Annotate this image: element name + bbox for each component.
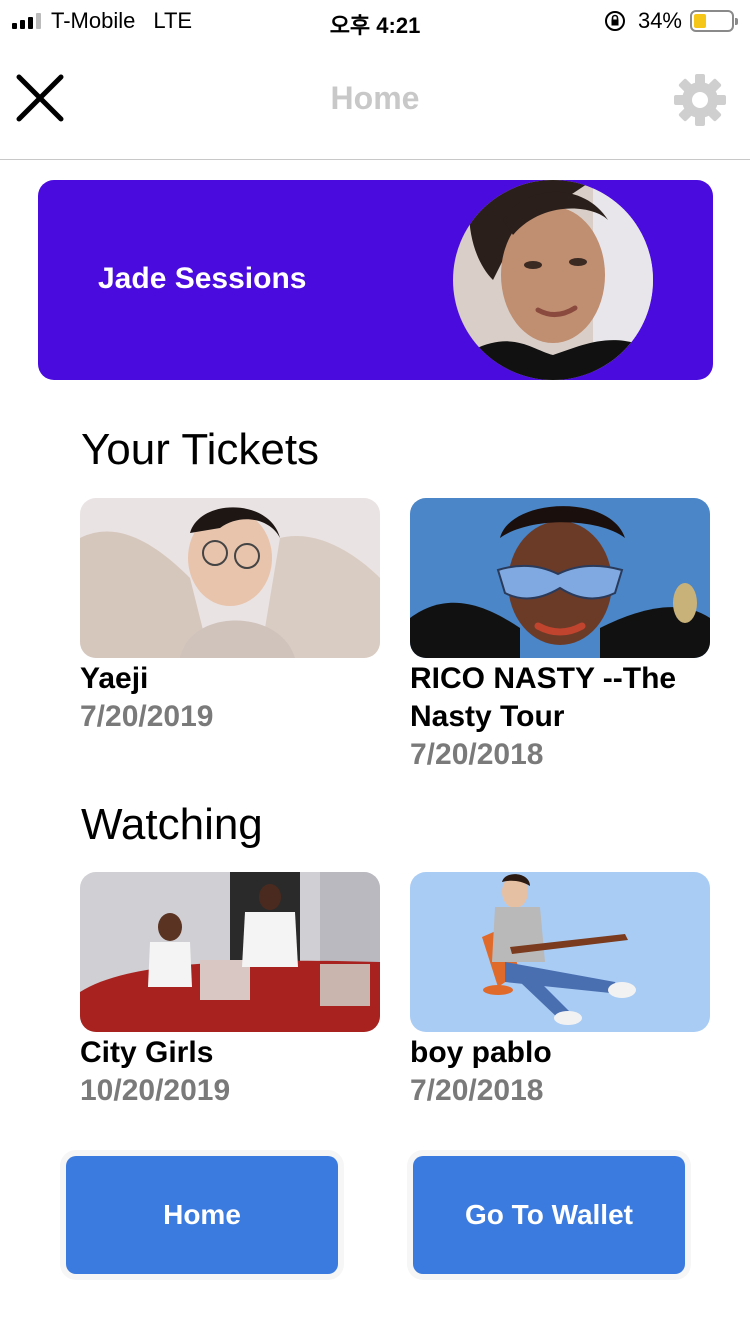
- page-title: Home: [330, 80, 420, 116]
- profile-name: Jade Sessions: [98, 262, 307, 295]
- section-title-watching: Watching: [81, 800, 263, 849]
- avatar-photo: [453, 180, 653, 380]
- city-girls-photo: [80, 872, 380, 1032]
- ticket-card[interactable]: RICO NASTY --The Nasty Tour 7/20/2018: [410, 498, 710, 774]
- event-date: 10/20/2019: [80, 1074, 231, 1107]
- event-title: RICO NASTY --The Nasty Tour: [410, 662, 677, 733]
- battery-icon: [690, 10, 738, 32]
- profile-card[interactable]: Jade Sessions: [38, 180, 713, 380]
- event-title: Yaeji: [80, 662, 149, 695]
- avatar: [453, 180, 653, 380]
- go-to-wallet-button[interactable]: Go To Wallet: [413, 1156, 685, 1274]
- event-image: [410, 498, 710, 658]
- event-image: [410, 872, 710, 1032]
- boy-pablo-photo: [410, 872, 710, 1032]
- event-image: [80, 872, 380, 1032]
- watching-card[interactable]: boy pablo 7/20/2018: [410, 872, 710, 1110]
- ticket-card[interactable]: Yaeji 7/20/2019: [80, 498, 380, 736]
- event-image: [80, 498, 380, 658]
- settings-button[interactable]: [672, 72, 728, 128]
- status-bar: T-Mobile LTE 오후 4:21 34%: [0, 0, 750, 40]
- battery-level-fill: [694, 14, 706, 28]
- event-title: boy pablo: [410, 1036, 552, 1069]
- event-title: City Girls: [80, 1036, 214, 1069]
- event-date: 7/20/2018: [410, 738, 544, 771]
- navigation-bar: Home: [0, 40, 750, 160]
- section-title-tickets: Your Tickets: [81, 425, 320, 474]
- watching-card[interactable]: City Girls 10/20/2019: [80, 872, 380, 1110]
- event-date: 7/20/2018: [410, 1074, 544, 1107]
- home-button[interactable]: Home: [66, 1156, 338, 1274]
- yaeji-photo: [80, 498, 380, 658]
- battery-percentage: 34%: [637, 8, 682, 33]
- rico-nasty-photo: [410, 498, 710, 658]
- rotation-lock-icon: [604, 11, 625, 31]
- app-screen: T-Mobile LTE 오후 4:21 34% Home Jade Sessi…: [0, 0, 750, 1334]
- event-date: 7/20/2019: [80, 700, 214, 733]
- gear-icon: [674, 74, 726, 126]
